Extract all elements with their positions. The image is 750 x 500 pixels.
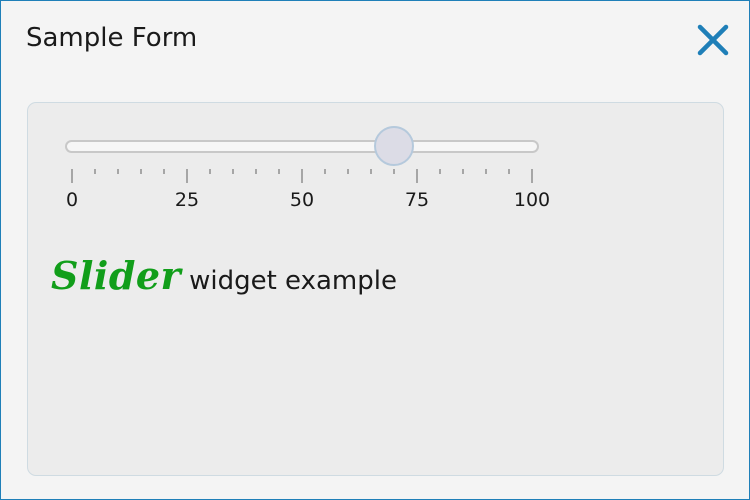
caption-text: widget example: [189, 266, 397, 296]
tick-label: 75: [404, 189, 430, 211]
form-window: Sample Form 0 25 50 75 100 Slider widget exam…: [0, 0, 750, 500]
content-panel: 0 25 50 75 100 Slider widget example: [27, 102, 724, 476]
slider-ticks: [71, 169, 533, 183]
tick-label: 0: [65, 189, 79, 211]
window-title: Sample Form: [26, 23, 198, 53]
slider-thumb[interactable]: [374, 126, 414, 166]
caption: Slider widget example: [51, 253, 397, 298]
caption-highlight: Slider: [51, 253, 182, 298]
close-icon: [697, 24, 729, 56]
tick-label: 50: [289, 189, 315, 211]
tick-label: 25: [174, 189, 200, 211]
close-button[interactable]: [695, 22, 731, 58]
tick-label: 100: [513, 189, 551, 211]
